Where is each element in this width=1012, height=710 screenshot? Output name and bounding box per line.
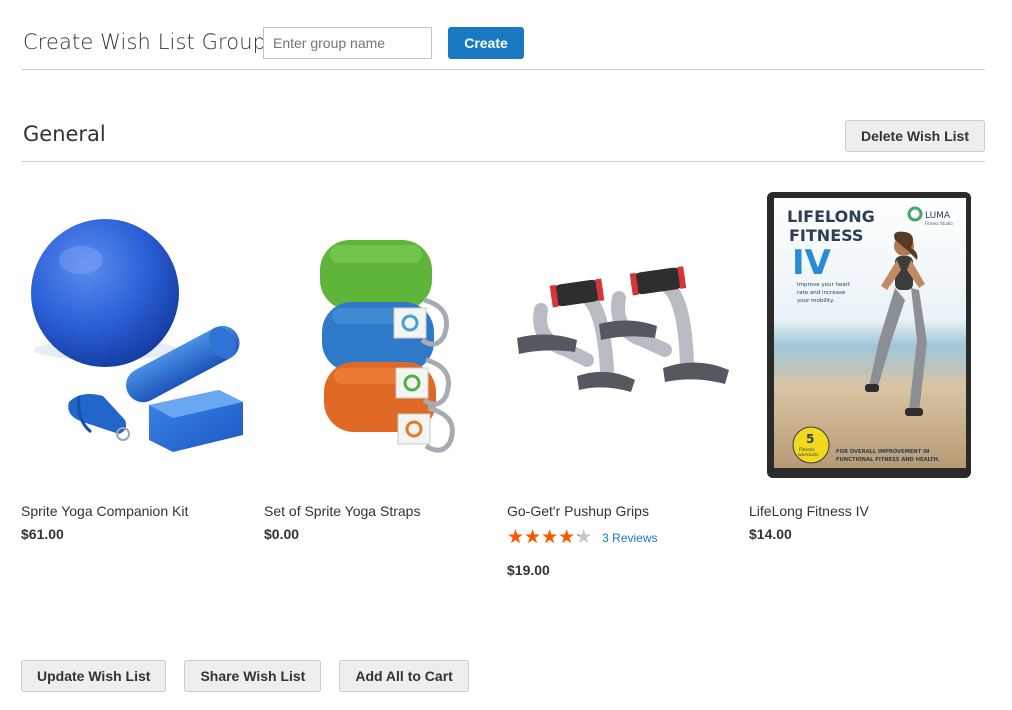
yoga-kit-image[interactable] [21, 190, 251, 485]
product-price: $19.00 [507, 562, 550, 578]
wishlist-title: General [23, 122, 106, 146]
cover-title-1: LIFELONG [787, 207, 875, 226]
yoga-straps-image[interactable] [264, 190, 494, 485]
cover-brand: LUMA [925, 211, 951, 221]
cover-footer-1: FOR OVERALL IMPROVEMENT IN [836, 449, 929, 455]
create-group-title: Create Wish List Group [23, 30, 267, 54]
product-price: $0.00 [264, 526, 300, 542]
share-wishlist-button[interactable]: Share Wish List [184, 660, 322, 692]
product-price: $61.00 [21, 526, 64, 542]
create-group-section: Create Wish List Group Create [22, 26, 985, 70]
cover-badge-number: 5 [806, 432, 814, 446]
cover-badge-text-2: workouts [798, 452, 819, 458]
product-item: Sprite Yoga Companion Kit $61.00 [21, 190, 251, 542]
product-name[interactable]: Set of Sprite Yoga Straps [264, 503, 420, 519]
cover-title-3: IV [792, 243, 832, 283]
product-price: $14.00 [749, 526, 792, 542]
product-rating: ★★★★★ ★★★★★ 3 Reviews [507, 528, 658, 547]
cover-tagline-1: Improve your heart [797, 282, 851, 288]
delete-wishlist-button[interactable]: Delete Wish List [845, 120, 985, 152]
product-item: Go-Get'r Pushup Grips ★★★★★ ★★★★★ 3 Revi… [507, 190, 737, 578]
group-name-input[interactable] [263, 27, 432, 59]
product-name[interactable]: LifeLong Fitness IV [749, 503, 869, 519]
pushup-grips-image[interactable] [507, 190, 737, 485]
product-name[interactable]: Go-Get'r Pushup Grips [507, 503, 649, 519]
star-filled-icon: ★★★★★ [507, 528, 579, 547]
product-item: Set of Sprite Yoga Straps $0.00 [264, 190, 494, 542]
wishlist-header: General Delete Wish List [22, 120, 985, 162]
cover-footer-2: FUNCTIONAL FITNESS AND HEALTH. [836, 457, 940, 463]
wishlist-actions: Update Wish List Share Wish List Add All… [21, 660, 469, 692]
cover-tagline-2: rate and increase [797, 290, 846, 296]
create-group-button[interactable]: Create [448, 27, 524, 59]
reviews-link[interactable]: 3 Reviews [602, 531, 657, 545]
rating-stars: ★★★★★ ★★★★★ [507, 528, 592, 547]
product-name[interactable]: Sprite Yoga Companion Kit [21, 503, 188, 519]
add-all-to-cart-button[interactable]: Add All to Cart [339, 660, 469, 692]
dvd-cover-image[interactable]: LIFELONG FITNESS IV LUMA Fitness Studio … [749, 190, 979, 485]
cover-tagline-3: your mobility. [797, 298, 835, 304]
product-item: LIFELONG FITNESS IV LUMA Fitness Studio … [749, 190, 979, 542]
update-wishlist-button[interactable]: Update Wish List [21, 660, 167, 692]
cover-brand-sub: Fitness Studio [925, 221, 953, 226]
